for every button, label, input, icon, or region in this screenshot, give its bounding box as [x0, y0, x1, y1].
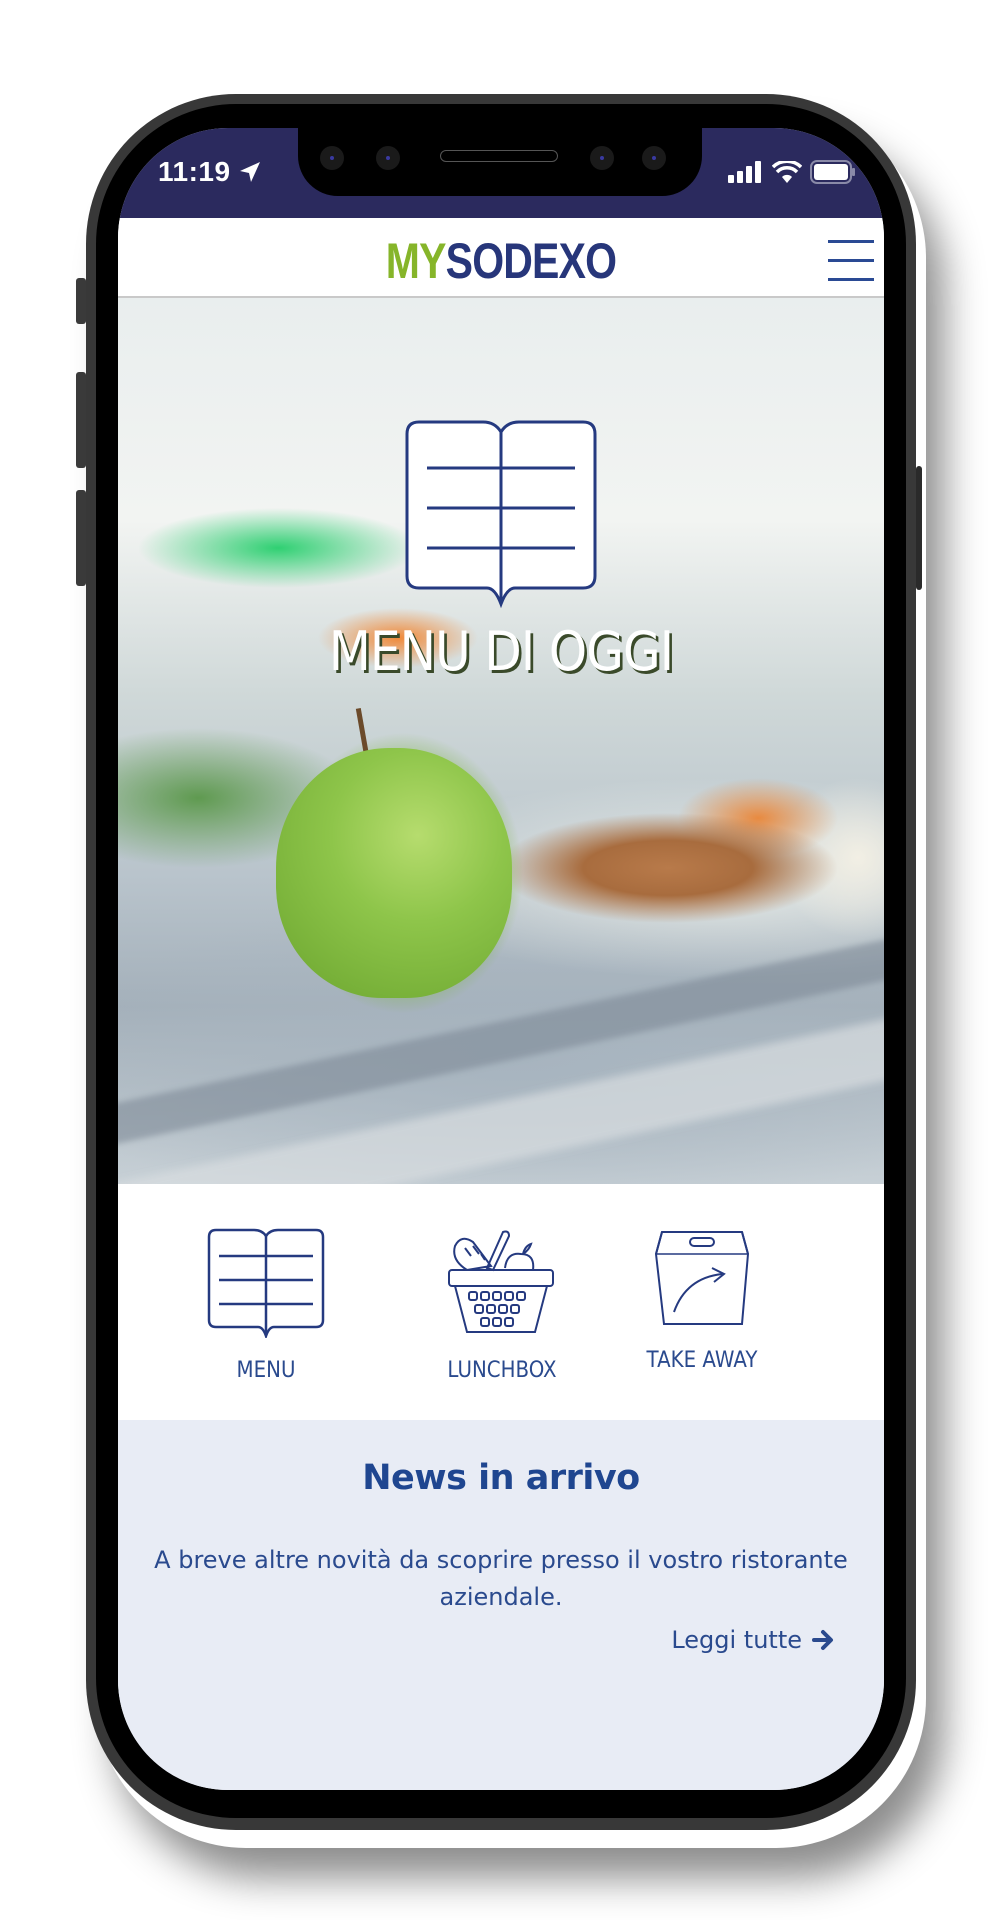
hero-menu-di-oggi[interactable]: MENU DI OGGI — [118, 298, 884, 1184]
arrow-right-icon — [812, 1630, 833, 1650]
location-arrow-icon — [240, 162, 260, 182]
news-body: A breve altre novità da scoprire presso … — [154, 1546, 848, 1611]
read-all-link[interactable]: Leggi tutte — [671, 1626, 836, 1654]
brand-logo[interactable]: MYSODEXO — [187, 232, 815, 290]
logo-main: SODEXO — [445, 233, 617, 289]
quick-link-take-away[interactable]: TAKE AWAY — [602, 1228, 802, 1373]
open-book-icon — [207, 1228, 325, 1338]
sensor-dot — [642, 146, 666, 170]
hero-title: MENU DI OGGI — [328, 620, 674, 683]
read-all-label: Leggi tutte — [671, 1626, 802, 1654]
app-header: MYSODEXO — [118, 218, 884, 298]
status-icons — [728, 160, 856, 184]
quick-link-label: LUNCHBOX — [447, 1358, 557, 1383]
hero-content: MENU DI OGGI — [118, 418, 884, 683]
volume-down-button — [76, 490, 86, 586]
quick-links: MENU LUNCHBOX TAKE AWAY — [118, 1184, 884, 1420]
power-button — [916, 466, 922, 590]
sensor-dot — [376, 146, 400, 170]
takeaway-box-icon — [654, 1231, 750, 1325]
quick-link-label: MENU — [236, 1358, 296, 1383]
quick-link-menu[interactable]: MENU — [166, 1228, 366, 1383]
open-book-menu-icon — [405, 420, 597, 609]
picnic-basket-icon — [448, 1230, 554, 1333]
notch — [298, 128, 702, 196]
volume-up-button — [76, 372, 86, 468]
wifi-icon — [772, 161, 802, 183]
cellular-signal-icon — [728, 161, 761, 183]
battery-icon — [810, 160, 855, 184]
news-title: News in arrivo — [362, 1458, 640, 1498]
logo-prefix: MY — [385, 233, 447, 289]
phone-screen: 11:19 MYSODEXO MENU DI OGGI MENU LUNCHBO… — [118, 128, 884, 1790]
hamburger-menu-icon[interactable] — [828, 240, 874, 282]
camera-lens — [590, 146, 614, 170]
sensor-dot — [320, 146, 344, 170]
silent-switch — [76, 278, 86, 324]
earpiece-speaker — [440, 150, 558, 162]
hero-image-apple — [276, 748, 512, 998]
quick-link-lunchbox[interactable]: LUNCHBOX — [402, 1228, 602, 1383]
quick-link-label: TAKE AWAY — [646, 1348, 758, 1373]
status-time: 11:19 — [158, 156, 231, 187]
news-section: News in arrivo A breve altre novità da s… — [118, 1420, 884, 1790]
